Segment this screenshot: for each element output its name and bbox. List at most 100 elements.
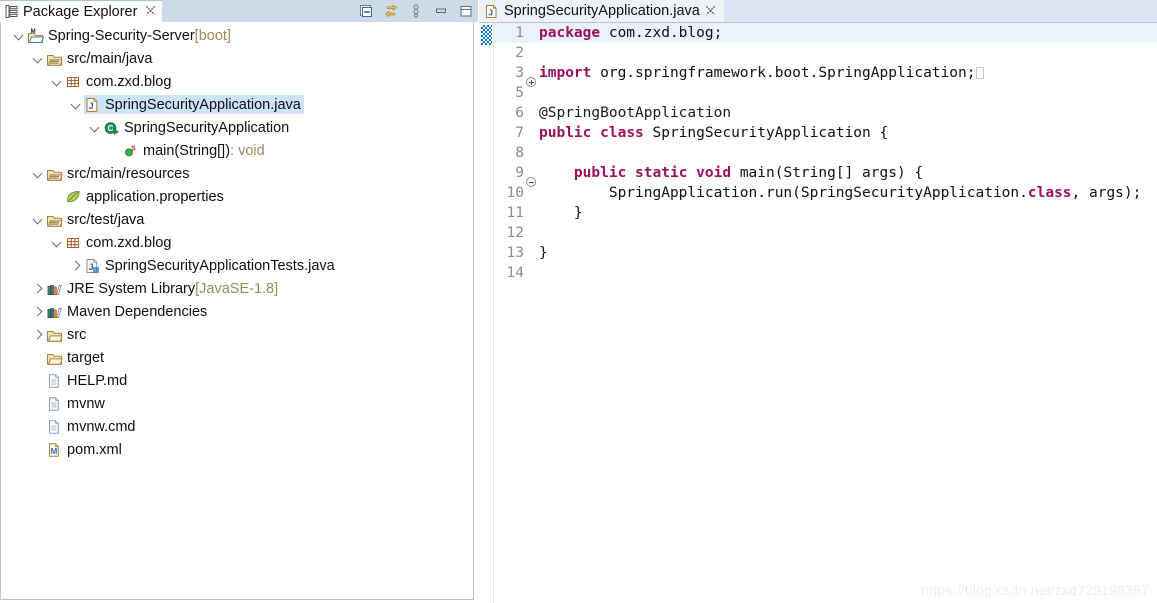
code-line[interactable]: 2 <box>494 43 1157 63</box>
chevron-right-icon[interactable] <box>30 304 46 320</box>
occurrence-annotation-marker[interactable] <box>481 25 492 45</box>
view-menu-button[interactable] <box>408 3 424 19</box>
chevron-down-icon[interactable] <box>49 74 65 90</box>
package-explorer-view: Package Explorer M Spring-Security-Serve… <box>0 0 478 602</box>
tree-item-application-properties[interactable]: application.properties <box>1 185 473 208</box>
tree-item-content: mvnw.cmd <box>46 417 139 436</box>
tree-item-src[interactable]: src <box>1 323 473 346</box>
tree-item-content: src/test/java <box>46 210 147 229</box>
tree-item-label: HELP.md <box>67 372 128 389</box>
chevron-down-icon[interactable] <box>49 235 65 251</box>
line-number: 7 <box>515 125 524 141</box>
tree-item-label: mvnw.cmd <box>67 418 136 435</box>
chevron-down-icon[interactable] <box>30 166 46 182</box>
svg-text:S: S <box>131 145 136 152</box>
code-line[interactable]: 3 import org.springframework.boot.SpringA… <box>494 63 1157 87</box>
editor-tabbar: J SpringSecurityApplication.java <box>479 0 1157 23</box>
tree-item-mvnw[interactable]: mvnw <box>1 392 473 415</box>
tree-item-label: SpringSecurityApplicationTests.java <box>105 257 335 274</box>
line-number: 3 <box>515 65 524 81</box>
library-icon <box>46 281 64 297</box>
code-line[interactable]: 9 public static void main(String[] args)… <box>494 163 1157 187</box>
tree-item-spring-security-server[interactable]: M Spring-Security-Server [boot] <box>1 24 473 47</box>
project-tree: M Spring-Security-Server [boot] src/main/j… <box>1 22 473 461</box>
java-file-icon: J <box>484 4 499 19</box>
link-with-editor-button[interactable] <box>383 3 399 19</box>
package-explorer-tree-panel[interactable]: M Spring-Security-Server [boot] src/main/j… <box>0 22 474 600</box>
code-token: SpringApplication.run(SpringSecurityAppl… <box>539 185 1028 201</box>
minimize-view-button[interactable] <box>433 3 449 19</box>
tree-item-suffix: [JavaSE-1.8] <box>195 280 279 297</box>
line-number: 8 <box>515 145 524 161</box>
tree-item-target[interactable]: target <box>1 346 473 369</box>
tree-item-springsecurityapplication-java[interactable]: J SpringSecurityApplication.java <box>1 93 473 116</box>
chevron-right-icon[interactable] <box>30 281 46 297</box>
code-line[interactable]: 14 <box>494 263 1157 283</box>
chevron-right-icon[interactable] <box>30 327 46 343</box>
tree-item-label: main(String[]) <box>143 142 231 159</box>
code-line[interactable]: 5 <box>494 83 1157 103</box>
tab-springsecurityapplication-java[interactable]: J SpringSecurityApplication.java <box>479 0 724 22</box>
line-number: 6 <box>515 105 524 121</box>
editor-tab-title: SpringSecurityApplication.java <box>504 3 700 19</box>
tree-item-suffix: : void <box>230 142 265 159</box>
tree-item-springsecurityapplication[interactable]: C SpringSecurityApplication <box>1 116 473 139</box>
line-number: 5 <box>515 85 524 101</box>
code-token: com.zxd.blog; <box>600 25 723 41</box>
package-explorer-tabbar: Package Explorer <box>0 0 478 22</box>
twisty-placeholder <box>30 419 46 435</box>
tree-item-content: Smain(String[]) : void <box>122 141 268 160</box>
close-icon[interactable] <box>705 5 716 18</box>
chevron-down-icon[interactable] <box>30 212 46 228</box>
eclipse-ide-window: Package Explorer M Spring-Security-Serve… <box>0 0 1157 603</box>
close-icon[interactable] <box>145 5 156 18</box>
code-annotation: @SpringBootApplication <box>539 105 732 121</box>
tree-item-maven-dependencies[interactable]: Maven Dependencies <box>1 300 473 323</box>
tree-item-jre-system-library[interactable]: JRE System Library [JavaSE-1.8] <box>1 277 473 300</box>
spring-leaf-icon <box>65 189 83 205</box>
tree-item-content: src/main/java <box>46 49 155 68</box>
code-line[interactable]: 6 @SpringBootApplication <box>494 103 1157 123</box>
tree-item-src-main-java[interactable]: src/main/java <box>1 47 473 70</box>
tree-item-help-md[interactable]: HELP.md <box>1 369 473 392</box>
package-explorer-title: Package Explorer <box>23 3 138 20</box>
tree-item-com-zxd-blog[interactable]: com.zxd.blog <box>1 231 473 254</box>
tree-item-label: src <box>67 326 87 343</box>
chevron-down-icon[interactable] <box>30 51 46 67</box>
code-line-text: public static void main(String[] args) { <box>537 163 923 183</box>
tree-item-pom-xml[interactable]: Mpom.xml <box>1 438 473 461</box>
tree-item-main-string[interactable]: Smain(String[]) : void <box>1 139 473 162</box>
tree-item-content: JRE System Library [JavaSE-1.8] <box>46 279 281 298</box>
tree-item-springsecurityapplicationtests-java[interactable]: J SpringSecurityApplicationTests.java <box>1 254 473 277</box>
code-text-area[interactable]: 1 package com.zxd.blog; 2 3 import org.sprin… <box>494 23 1157 603</box>
tree-item-label: Spring-Security-Server <box>48 27 195 44</box>
code-line-text: public class SpringSecurityApplication { <box>537 123 888 143</box>
chevron-down-icon[interactable] <box>87 120 103 136</box>
svg-text:C: C <box>108 124 114 133</box>
tree-item-com-zxd-blog[interactable]: com.zxd.blog <box>1 70 473 93</box>
chevron-down-icon[interactable] <box>68 97 84 113</box>
chevron-right-icon[interactable] <box>68 258 84 274</box>
code-line[interactable]: 10 SpringApplication.run(SpringSecurityA… <box>494 183 1157 203</box>
line-number: 1 <box>515 25 524 41</box>
code-line[interactable]: 7 public class SpringSecurityApplication … <box>494 123 1157 143</box>
maximize-view-button[interactable] <box>458 3 474 19</box>
code-line[interactable]: 13} <box>494 243 1157 263</box>
code-line[interactable]: 8 <box>494 143 1157 163</box>
code-line-text: } <box>537 243 548 263</box>
tree-item-src-test-java[interactable]: src/test/java <box>1 208 473 231</box>
code-keyword: public <box>539 125 592 141</box>
tree-item-mvnw-cmd[interactable]: mvnw.cmd <box>1 415 473 438</box>
tree-item-src-main-resources[interactable]: src/main/resources <box>1 162 473 185</box>
code-line[interactable]: 11 } <box>494 203 1157 223</box>
collapse-all-button[interactable] <box>358 3 374 19</box>
annotation-ruler[interactable] <box>479 23 494 603</box>
chevron-down-icon[interactable] <box>11 28 27 44</box>
code-keyword: import <box>539 65 592 81</box>
code-line-text: } <box>537 203 583 223</box>
tree-item-label: pom.xml <box>67 441 122 458</box>
tab-package-explorer[interactable]: Package Explorer <box>0 0 163 22</box>
code-line[interactable]: 1 package com.zxd.blog; <box>494 23 1157 43</box>
code-line[interactable]: 12 <box>494 223 1157 243</box>
